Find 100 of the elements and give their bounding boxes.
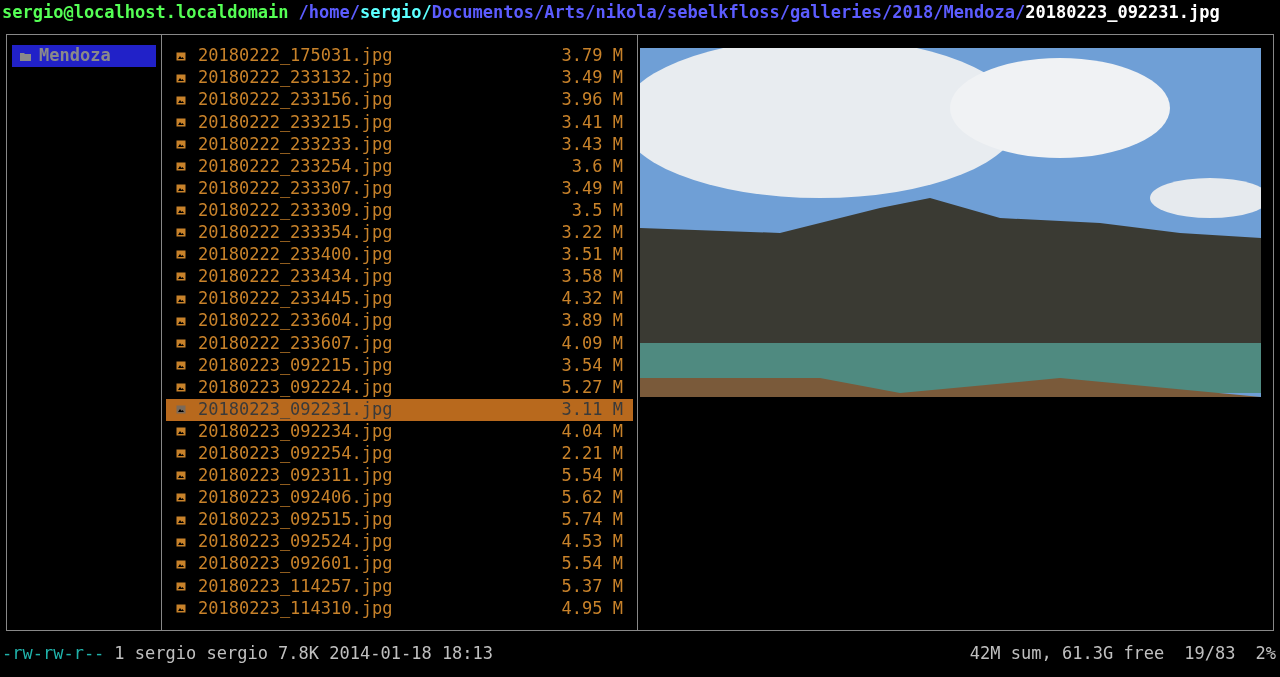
file-row[interactable]: 20180223_092515.jpg 5.74 M: [166, 508, 633, 532]
file-name: 20180223_092515.jpg: [198, 508, 393, 532]
file-size: 3.49 M: [561, 176, 623, 200]
file-row[interactable]: 20180223_114257.jpg 5.37 M: [166, 575, 633, 598]
image-file-icon: [176, 471, 186, 481]
file-row[interactable]: 20180222_233254.jpg 3.6 M: [166, 155, 633, 178]
path-label: Documentos/Arts/nikola/sebelkfloss/galleries/2018/Mendoza/: [431, 1, 1026, 24]
file-size: 5.54 M: [561, 552, 623, 576]
file-size: 3.43 M: [561, 132, 623, 156]
file-name: 20180222_233445.jpg: [198, 287, 393, 311]
file-name: 20180223_114257.jpg: [198, 574, 393, 598]
file-size: 5.37 M: [561, 574, 623, 598]
file-row[interactable]: 20180223_092311.jpg 5.54 M: [166, 464, 633, 487]
file-row[interactable]: 20180223_092524.jpg 4.53 M: [166, 531, 633, 554]
file-row[interactable]: 20180222_233604.jpg 3.89 M: [166, 310, 633, 333]
file-size: 2.21 M: [561, 442, 623, 465]
file-row[interactable]: 20180222_233309.jpg 3.5 M: [166, 199, 633, 222]
file-row[interactable]: 20180222_233132.jpg 3.49 M: [166, 67, 633, 90]
file-size: 4.32 M: [561, 287, 623, 311]
image-file-icon: [176, 338, 186, 348]
file-row[interactable]: 20180222_233434.jpg 3.58 M: [166, 265, 633, 289]
file-name: 20180222_233215.jpg: [198, 110, 393, 134]
file-size: 3.51 M: [561, 243, 623, 267]
file-name: 20180222_233607.jpg: [198, 331, 393, 355]
file-name: 20180223_092231.jpg: [198, 397, 393, 421]
file-name: 20180222_233132.jpg: [198, 66, 393, 90]
file-row[interactable]: 20180223_092254.jpg 2.21 M: [166, 442, 633, 465]
file-size: 4.09 M: [561, 331, 623, 355]
file-info: 1 sergio sergio 7.8K 2014-01-18 18:13: [114, 642, 494, 666]
file-row[interactable]: 20180222_233307.jpg 3.49 M: [166, 177, 633, 200]
file-row[interactable]: 20180222_233156.jpg 3.96 M: [166, 89, 633, 112]
file-size: 3.6 M: [571, 154, 623, 178]
image-file-icon: [176, 294, 186, 304]
file-size: 3.49 M: [561, 66, 623, 90]
file-size: 5.74 M: [561, 508, 623, 532]
file-row[interactable]: 20180222_233400.jpg 3.51 M: [166, 243, 633, 266]
file-row[interactable]: 20180222_233233.jpg 3.43 M: [166, 133, 633, 156]
file-row[interactable]: 20180223_092234.jpg 4.04 M: [166, 420, 633, 443]
file-size: 3.96 M: [561, 88, 623, 112]
current-file-name: 20180223_092231.jpg: [1025, 1, 1220, 24]
file-row[interactable]: 20180222_233445.jpg 4.32 M: [166, 288, 633, 311]
user-host: sergio@localhost.localdomain: [2, 1, 289, 24]
file-name: 20180222_233156.jpg: [198, 88, 393, 112]
file-name: 20180223_092601.jpg: [198, 552, 393, 576]
image-file-icon: [176, 73, 186, 83]
file-row[interactable]: 20180222_233607.jpg 4.09 M: [166, 332, 633, 355]
position-counter: 19/83: [1184, 642, 1236, 666]
image-file-icon: [176, 515, 186, 525]
file-name: 20180223_114310.jpg: [198, 596, 393, 620]
file-name: 20180222_233309.jpg: [198, 198, 393, 222]
file-row[interactable]: 20180223_092215.jpg 3.54 M: [166, 354, 633, 377]
file-name: 20180223_092234.jpg: [198, 419, 393, 443]
file-name: 20180223_092224.jpg: [198, 375, 393, 399]
file-size: 3.22 M: [561, 221, 623, 245]
file-name: 20180222_233254.jpg: [198, 154, 393, 178]
file-row[interactable]: 20180223_114310.jpg 4.95 M: [166, 597, 633, 620]
file-name: 20180223_092524.jpg: [198, 530, 393, 554]
file-name: 20180222_233400.jpg: [198, 243, 393, 267]
file-size: 3.5 M: [571, 198, 623, 222]
file-name: 20180222_233354.jpg: [198, 221, 393, 245]
file-size: 3.11 M: [561, 397, 623, 421]
image-file-icon: [176, 206, 186, 216]
file-size: 4.53 M: [561, 530, 623, 554]
image-file-icon: [176, 603, 186, 613]
file-name: 20180222_233233.jpg: [198, 132, 393, 156]
file-size: 3.89 M: [561, 309, 623, 333]
file-size: 3.58 M: [561, 265, 623, 289]
file-row[interactable]: 20180222_233215.jpg 3.41 M: [166, 111, 633, 134]
file-size: 5.27 M: [561, 375, 623, 399]
file-row[interactable]: 20180222_175031.jpg 3.79 M: [166, 45, 633, 68]
file-size: 4.04 M: [561, 419, 623, 443]
image-file-icon: [176, 162, 186, 171]
image-file-icon: [176, 139, 186, 149]
image-file-icon: [176, 405, 186, 415]
file-row[interactable]: 20180222_233354.jpg 3.22 M: [166, 221, 633, 244]
image-file-icon: [176, 537, 186, 547]
file-permissions: -rw-rw-r--: [1, 642, 105, 666]
file-size: 5.62 M: [561, 486, 623, 510]
file-size: 3.79 M: [561, 44, 623, 68]
image-file-icon: [176, 559, 186, 569]
folder-icon: [20, 51, 31, 61]
image-file-icon: [176, 95, 186, 105]
image-file-icon: [176, 184, 186, 194]
image-file-icon: [176, 360, 186, 370]
file-row[interactable]: 20180223_092601.jpg 5.54 M: [166, 553, 633, 576]
file-name: 20180222_233307.jpg: [198, 176, 393, 200]
image-file-icon: [176, 493, 186, 503]
file-row[interactable]: 20180223_092224.jpg 5.27 M: [166, 376, 633, 399]
image-file-icon: [176, 382, 186, 392]
image-file-icon: [176, 117, 186, 127]
path-label: sergio/: [360, 1, 432, 24]
image-file-icon: [176, 228, 186, 238]
file-size: 3.54 M: [561, 353, 623, 377]
path-label: /home/: [298, 1, 360, 24]
file-size: 4.95 M: [561, 596, 623, 620]
file-name: 20180222_175031.jpg: [198, 44, 393, 68]
image-file-icon: [176, 581, 186, 591]
file-row[interactable]: 20180223_092406.jpg 5.62 M: [166, 486, 633, 509]
image-file-icon: [176, 250, 186, 260]
file-name: 20180223_092215.jpg: [198, 353, 393, 377]
